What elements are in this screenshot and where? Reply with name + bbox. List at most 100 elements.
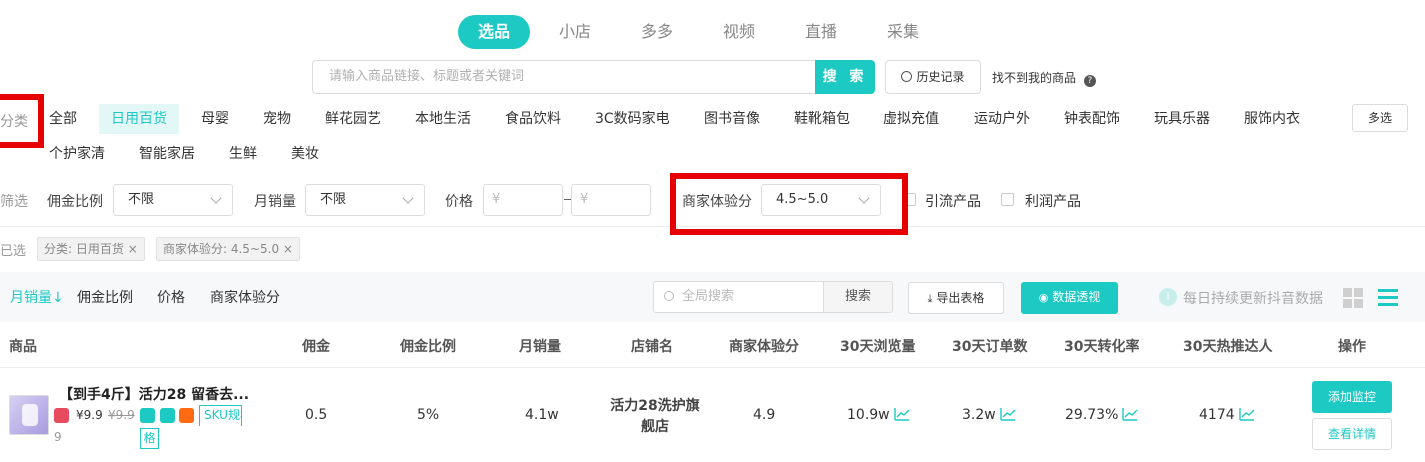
global-search-button[interactable]: 搜索 — [823, 281, 893, 313]
clock-icon — [901, 71, 913, 82]
score-value: 4.9 — [753, 407, 776, 423]
product-price: ¥9.9 — [76, 408, 103, 422]
category-item-baby[interactable]: 母婴 — [201, 104, 229, 134]
trend-chart-icon[interactable] — [1238, 407, 1255, 421]
orders-cell: 3.2w — [962, 407, 1016, 423]
export-button[interactable]: ⤓ 导出表格 — [908, 282, 1004, 314]
history-label: 历史记录 — [916, 70, 965, 84]
header-orders[interactable]: 30天订单数 — [952, 336, 1027, 356]
eye-icon: ◉ — [1038, 291, 1049, 304]
not-found-link[interactable]: 找不到我的商品 ? — [992, 69, 1096, 87]
commission-select[interactable]: 不限 — [113, 184, 233, 216]
sort-price[interactable]: 价格 — [157, 287, 185, 307]
close-icon[interactable]: × — [283, 242, 293, 256]
header-score[interactable]: 商家体验分 — [729, 336, 799, 356]
category-item-watch[interactable]: 钟表配饰 — [1064, 104, 1120, 134]
category-item-smarthome[interactable]: 智能家居 — [139, 139, 195, 169]
price-dash — [564, 199, 571, 200]
commission-value: 0.5 — [305, 407, 328, 423]
category-item-local[interactable]: 本地生活 — [415, 104, 471, 134]
sales-value: 不限 — [320, 192, 347, 207]
selected-label: 已选 — [0, 244, 27, 259]
search-button[interactable]: 搜 索 — [815, 60, 875, 94]
sort-merchant-score[interactable]: 商家体验分 — [210, 287, 280, 307]
pivot-button[interactable]: ◉ 数据透视 — [1021, 282, 1118, 314]
selected-chip[interactable]: 商家体验分: 4.5~5.0 × — [156, 237, 300, 261]
not-found-label: 找不到我的商品 — [992, 71, 1077, 85]
global-search-placeholder: 全局搜索 — [682, 289, 735, 304]
global-search-input[interactable]: 全局搜索 — [653, 281, 824, 313]
category-item-fresh[interactable]: 生鲜 — [229, 139, 257, 169]
header-product: 商品 — [9, 339, 37, 355]
trend-chart-icon[interactable] — [1122, 407, 1138, 421]
shop-name[interactable]: 活力28洗护旗舰店 — [605, 396, 705, 438]
view-detail-button[interactable]: 查看详情 — [1312, 418, 1392, 450]
history-button[interactable]: 历史记录 — [885, 60, 981, 94]
sort-monthly-sales[interactable]: 月销量↓ — [10, 287, 64, 307]
selected-chip[interactable]: 分类: 日用百货 × — [37, 237, 145, 261]
header-kols[interactable]: 30天热推达人 — [1183, 336, 1272, 356]
flame-icon — [179, 408, 194, 423]
sales-select[interactable]: 不限 — [305, 184, 425, 216]
chevron-down-icon — [210, 192, 222, 204]
sku-spec-wrap: 格 — [140, 428, 159, 449]
add-monitor-button[interactable]: 添加监控 — [1312, 381, 1392, 413]
highlight-box — [0, 94, 44, 148]
category-item-shoes[interactable]: 鞋靴箱包 — [794, 104, 850, 134]
header-commission[interactable]: 佣金 — [302, 336, 330, 356]
price-max-input[interactable]: ¥ — [571, 184, 651, 216]
category-item-apparel[interactable]: 服饰内衣 — [1244, 104, 1300, 134]
heart-icon — [140, 408, 155, 423]
tab-pdd[interactable]: 多多 — [627, 15, 687, 49]
category-item-toys[interactable]: 玩具乐器 — [1154, 104, 1210, 134]
close-icon[interactable]: × — [128, 242, 138, 256]
profit-checkbox[interactable] — [1001, 193, 1014, 206]
commission-value: 不限 — [128, 192, 155, 207]
bag-icon — [54, 408, 69, 423]
header-sales[interactable]: 月销量 — [519, 336, 561, 356]
trend-chart-icon[interactable] — [1000, 407, 1016, 421]
traffic-label: 引流产品 — [925, 194, 981, 210]
original-price: ¥9.9 — [108, 408, 135, 422]
header-conversion[interactable]: 30天转化率 — [1064, 336, 1139, 356]
product-thumbnail[interactable] — [9, 395, 49, 435]
category-item-virtual[interactable]: 虚拟充值 — [883, 104, 939, 134]
search-icon — [664, 291, 674, 301]
category-item-beauty[interactable]: 美妆 — [291, 139, 319, 169]
tab-live[interactable]: 直播 — [791, 15, 851, 49]
sku-spec-button[interactable]: SKU规格 — [199, 405, 242, 426]
category-item-books[interactable]: 图书音像 — [704, 104, 760, 134]
tab-selection[interactable]: 选品 — [458, 15, 530, 49]
commission-label: 佣金比例 — [47, 194, 103, 210]
tab-store[interactable]: 小店 — [545, 15, 605, 49]
list-view-icon[interactable] — [1378, 288, 1398, 308]
category-item-pet[interactable]: 宠物 — [263, 104, 291, 134]
category-item-flower[interactable]: 鲜花园艺 — [325, 104, 381, 134]
chip-label: 商家体验分: 4.5~5.0 — [163, 242, 280, 256]
sort-commission[interactable]: 佣金比例 — [77, 287, 133, 307]
tab-video[interactable]: 视频 — [709, 15, 769, 49]
views-value: 10.9w — [847, 407, 890, 423]
category-item-daily[interactable]: 日用百货 — [99, 104, 179, 134]
category-item-all[interactable]: 全部 — [49, 104, 77, 134]
multi-select-button[interactable]: 多选 — [1352, 104, 1408, 132]
info-icon: i — [1159, 288, 1177, 306]
header-views[interactable]: 30天浏览量 — [840, 336, 915, 356]
kols-value: 4174 — [1199, 407, 1235, 423]
tab-collect[interactable]: 采集 — [873, 15, 933, 49]
highlight-box — [670, 173, 908, 235]
product-title[interactable]: 【到手4斤】活力28 留香去... — [59, 384, 249, 404]
grid-view-icon[interactable] — [1343, 288, 1363, 308]
category-item-3c[interactable]: 3C数码家电 — [595, 104, 670, 134]
category-item-personal[interactable]: 个护家清 — [49, 139, 105, 169]
profit-label: 利润产品 — [1025, 194, 1081, 210]
category-item-sports[interactable]: 运动户外 — [974, 104, 1030, 134]
conversion-value: 29.73% — [1065, 407, 1119, 423]
orders-value: 3.2w — [962, 407, 996, 423]
price-min-input[interactable]: ¥ — [483, 184, 563, 216]
rate-value: 5% — [417, 407, 440, 423]
trend-chart-icon[interactable] — [893, 407, 910, 421]
category-item-food[interactable]: 食品饮料 — [505, 104, 561, 134]
header-rate[interactable]: 佣金比例 — [400, 336, 456, 356]
product-search-input[interactable]: 请输入商品链接、标题或者关键词 — [312, 60, 816, 94]
